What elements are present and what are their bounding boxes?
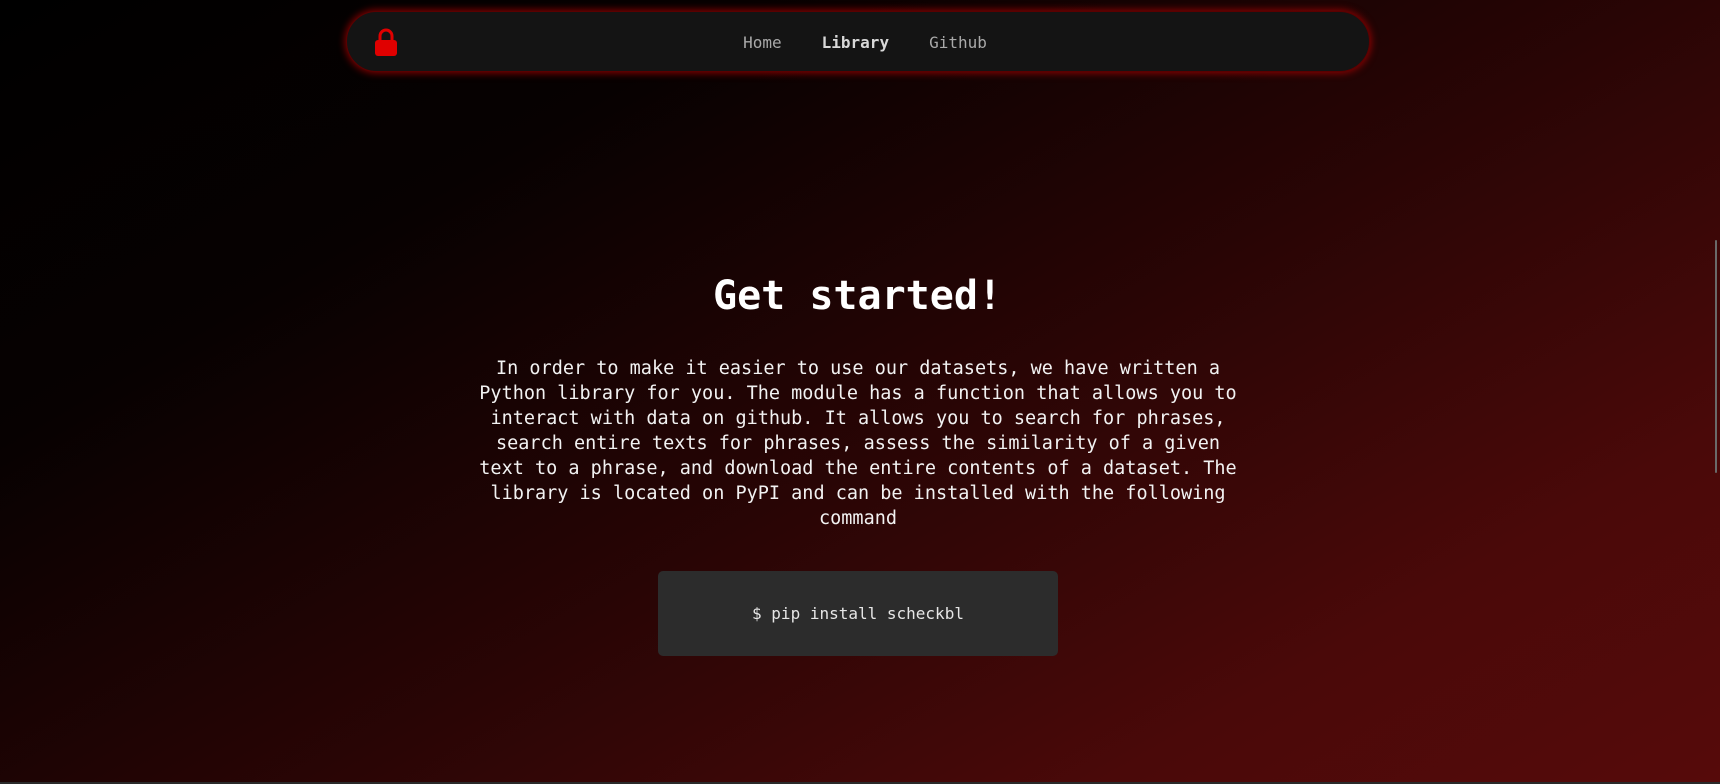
scrollbar-thumb[interactable] bbox=[1715, 240, 1717, 473]
library-description: In order to make it easier to use our da… bbox=[479, 358, 1237, 529]
nav-links: Home Library Github bbox=[347, 12, 1369, 73]
nav-link-library[interactable]: Library bbox=[822, 33, 889, 52]
page-title: Get started! bbox=[713, 273, 1002, 319]
install-command: $ pip install scheckbl bbox=[752, 604, 964, 623]
nav-link-home[interactable]: Home bbox=[743, 33, 782, 52]
top-navbar: Home Library Github bbox=[346, 11, 1370, 72]
install-command-box[interactable]: $ pip install scheckbl bbox=[658, 571, 1058, 656]
nav-link-github[interactable]: Github bbox=[929, 33, 987, 52]
